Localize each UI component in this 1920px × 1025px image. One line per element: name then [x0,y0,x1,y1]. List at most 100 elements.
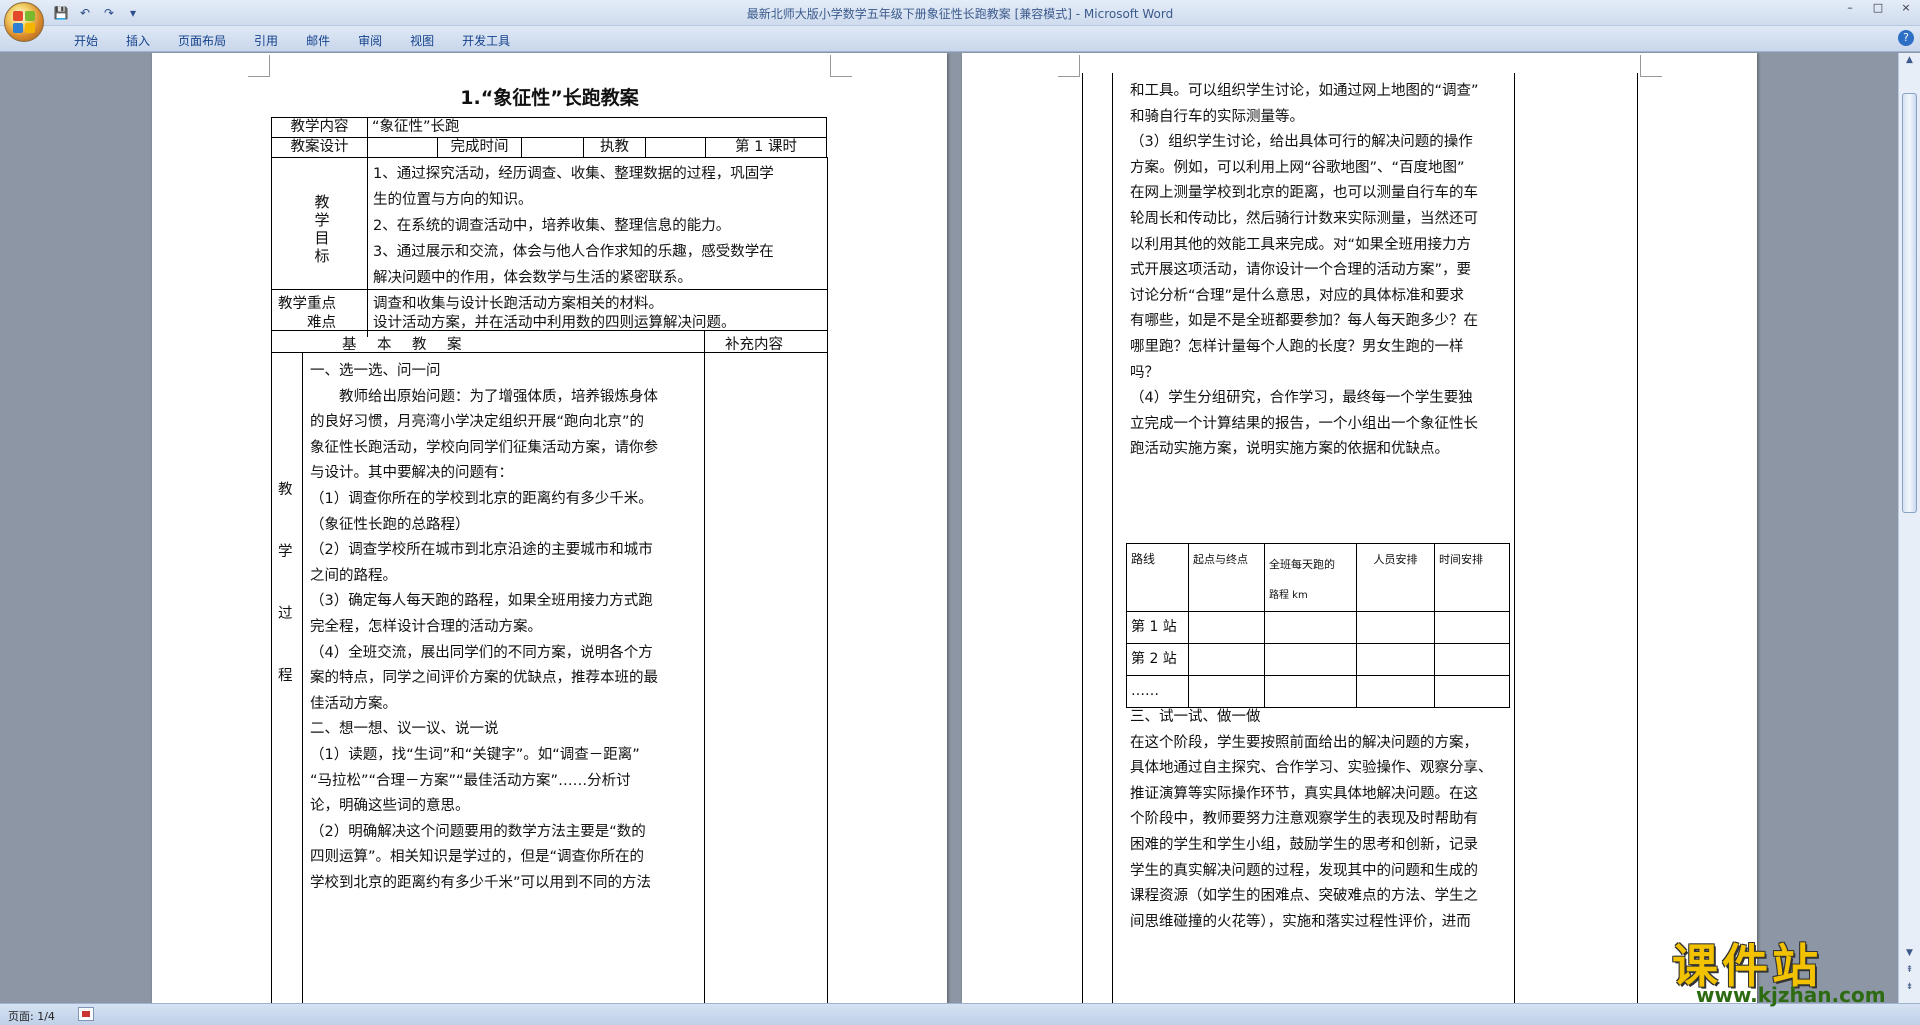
body-line[interactable]: 二、想一想、议一议、说一说 [310,717,499,738]
status-bar: 页面: 1/4 [0,1003,1920,1025]
tab-home[interactable]: 开始 [60,30,112,51]
table-border [302,352,303,1003]
body-line[interactable]: （2）调查学校所在城市到北京沿途的主要城市和城市 [310,538,653,559]
body-line[interactable]: 以利用其他的效能工具来完成。对“如果全班用接力方 [1130,233,1471,254]
vertical-scrollbar[interactable]: ▲ ▼ ⇞ ⇟ [1898,53,1920,1003]
body-line[interactable]: （1）读题，找“生词”和“关键字”。如“调查－距离” [310,743,640,764]
table-cell[interactable] [1264,675,1357,708]
body-line[interactable]: 吗？ [1130,361,1159,382]
tab-developer[interactable]: 开发工具 [448,30,524,51]
table-cell[interactable] [1434,643,1510,676]
tab-page-layout[interactable]: 页面布局 [164,30,240,51]
goal-line[interactable]: 1、通过探究活动，经历调查、收集、整理数据的过程，巩固学 [373,162,774,183]
body-line[interactable]: 在网上测量学校到北京的距离，也可以测量自行车的车 [1130,181,1478,202]
body-line[interactable]: 教师给出原始问题：为了增强体质，培养锻炼身体 [310,385,658,406]
table-cell[interactable] [1434,675,1510,708]
difficulty-point[interactable]: 设计活动方案，并在活动中利用数的四则运算解决问题。 [373,311,736,332]
body-line[interactable]: 和骑自行车的实际测量等。 [1130,105,1304,126]
scroll-thumb[interactable] [1902,93,1917,513]
table-cell[interactable] [1356,643,1435,676]
body-line[interactable]: 与设计。其中要解决的问题有： [310,461,513,482]
route-header: 路线 [1126,543,1189,612]
goal-line[interactable]: 生的位置与方向的知识。 [373,188,533,209]
body-line[interactable]: 具体地通过自主探究、合作学习、实验操作、观察分享、 [1130,756,1493,777]
table-cell[interactable] [1264,643,1357,676]
body-line[interactable]: 案的特点，同学之间评价方案的优缺点，推荐本班的最 [310,666,658,687]
body-line[interactable]: 跑活动实施方案，说明实施方案的依据和优缺点。 [1130,437,1449,458]
help-icon[interactable]: ? [1898,30,1914,46]
body-line[interactable]: 佳活动方案。 [310,692,397,713]
body-line[interactable]: 四则运算”。相关知识是学过的，但是“调查你所在的 [310,845,644,866]
table-cell[interactable] [1188,643,1265,676]
body-line[interactable]: 间思维碰撞的火花等），实施和落实过程性评价，进而 [1130,910,1471,931]
row-label: 第 1 站 [1126,611,1189,644]
watermark-logo: 课件站 www.kjzhan.com [1668,930,1898,1007]
tab-review[interactable]: 审阅 [344,30,396,51]
scroll-down-icon[interactable]: ▼ [1902,948,1917,962]
margin-corner-mark [1640,55,1662,77]
body-line[interactable]: 课程资源（如学生的困难点、突破难点的方法、学生之 [1130,884,1478,905]
maximize-button[interactable]: □ [1864,0,1892,18]
margin-corner-mark [830,55,852,77]
body-line[interactable]: 式开展这项活动，请你设计一个合理的活动方案”，要 [1130,258,1471,279]
body-line[interactable]: 学校到北京的距离约有多少千米”可以用到不同的方法 [310,871,651,892]
content-label: 教学内容 [271,117,368,138]
body-line[interactable]: （1）调查你所在的学校到北京的距离约有多少千米。 [310,487,653,508]
table-cell[interactable] [1188,675,1265,708]
document-area[interactable]: 1.“象征性”长跑教案 教学内容 “象征性”长跑 教案设计 完成时间 执教 第 … [0,53,1898,1003]
page-indicator[interactable]: 页面: 1/4 [8,1008,55,1024]
minimize-button[interactable]: – [1836,0,1864,18]
tab-view[interactable]: 视图 [396,30,448,51]
body-line[interactable]: 个阶段中，教师要努力注意观察学生的表现及时帮助有 [1130,807,1478,828]
close-button[interactable]: × [1892,0,1920,18]
body-line[interactable]: 一、选一选、问一问 [310,359,441,380]
body-line[interactable]: 完全程，怎样设计合理的活动方案。 [310,615,542,636]
table-cell[interactable] [1188,611,1265,644]
body-line[interactable]: 学生的真实解决问题的过程，发现其中的问题和生成的 [1130,859,1478,880]
table-cell[interactable] [1356,611,1435,644]
exec-value[interactable] [645,137,706,158]
body-line[interactable]: （4）全班交流，展出同学们的不同方案，说明各个方 [310,641,653,662]
table-cell[interactable] [1434,611,1510,644]
next-page-icon[interactable]: ⇟ [1902,982,1917,996]
scroll-up-icon[interactable]: ▲ [1902,55,1917,69]
body-line[interactable]: 和工具。可以组织学生讨论，如通过网上地图的“调查” [1130,79,1479,100]
body-line[interactable]: 的良好习惯，月亮湾小学决定组织开展“跑向北京”的 [310,410,644,431]
body-line[interactable]: 讨论分析“合理”是什么意思，对应的具体标准和要求 [1130,284,1464,305]
content-value[interactable]: “象征性”长跑 [367,117,827,138]
prev-page-icon[interactable]: ⇞ [1902,965,1917,979]
time-value[interactable] [521,137,584,158]
body-line[interactable]: 三、试一试、做一做 [1130,705,1261,726]
body-line[interactable]: 立完成一个计算结果的报告，一个小组出一个象征性长 [1130,412,1478,433]
tab-references[interactable]: 引用 [240,30,292,51]
goal-line[interactable]: 3、通过展示和交流，体会与他人合作求知的乐趣，感受数学在 [373,240,774,261]
body-line[interactable]: 在这个阶段，学生要按照前面给出的解决问题的方案， [1130,731,1478,752]
goal-line[interactable]: 2、在系统的调查活动中，培养收集、整理信息的能力。 [373,214,730,235]
body-line[interactable]: “马拉松”“合理－方案”“最佳活动方案”……分析讨 [310,769,631,790]
table-cell[interactable] [1356,675,1435,708]
office-button[interactable] [4,2,44,42]
body-line[interactable]: （4）学生分组研究，合作学习，最终每一个学生要独 [1130,386,1473,407]
body-line[interactable]: 论，明确这些词的意思。 [310,794,470,815]
body-line[interactable]: 困难的学生和学生小组，鼓励学生的思考和创新，记录 [1130,833,1478,854]
goal-line[interactable]: 解决问题中的作用，体会数学与生活的紧密联系。 [373,266,692,287]
body-line[interactable]: 轮周长和传动比，然后骑行计数来实际测量，当然还可 [1130,207,1478,228]
body-line[interactable]: （2）明确解决这个问题要用的数学方法主要是“数的 [310,820,646,841]
body-line[interactable]: （象征性长跑的总路程） [310,513,470,534]
body-line[interactable]: 之间的路程。 [310,564,397,585]
table-border [1514,73,1515,1003]
proofing-icon[interactable] [78,1007,94,1021]
title-bar: 💾 ↶ ↷ ▾ 最新北师大版小学数学五年级下册象征性长跑教案 [兼容模式] - … [0,0,1920,26]
key-point[interactable]: 调查和收集与设计长跑活动方案相关的材料。 [373,292,663,313]
body-line[interactable]: 哪里跑？怎样计量每个人跑的长度？男女生跑的一样 [1130,335,1464,356]
tab-mailings[interactable]: 邮件 [292,30,344,51]
body-line[interactable]: （3）确定每人每天跑的路程，如果全班用接力方式跑 [310,589,653,610]
body-line[interactable]: （3）组织学生讨论，给出具体可行的解决问题的操作 [1130,130,1473,151]
table-cell[interactable] [1264,611,1357,644]
body-line[interactable]: 方案。例如，可以利用上网“谷歌地图”、“百度地图” [1130,156,1465,177]
body-line[interactable]: 有哪些，如是不是全班都要参加？每人每天跑多少？在 [1130,309,1478,330]
body-line[interactable]: 象征性长跑活动，学校向同学们征集活动方案，请你参 [310,436,658,457]
tab-insert[interactable]: 插入 [112,30,164,51]
body-line[interactable]: 推证演算等实际操作环节，真实具体地解决问题。在这 [1130,782,1478,803]
design-value[interactable] [367,137,438,158]
